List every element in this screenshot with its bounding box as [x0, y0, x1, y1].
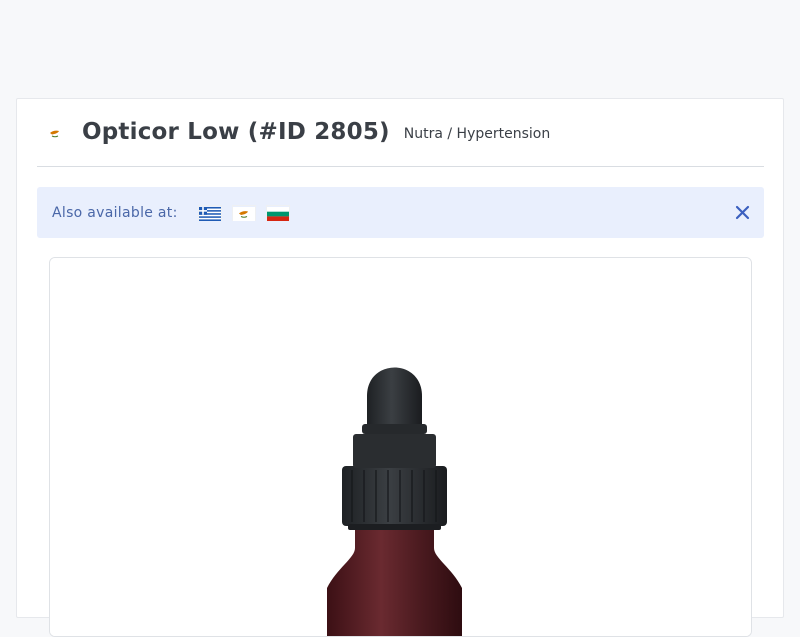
bulgaria-flag-icon[interactable] [265, 204, 290, 221]
product-category: Nutra / Hypertension [403, 125, 551, 142]
greece-flag-icon[interactable] [197, 204, 222, 221]
product-card: Opticor Low (#ID 2805) Nutra / Hypertens… [16, 98, 784, 637]
cyprus-flag-icon[interactable] [231, 204, 256, 221]
availability-alert: Also available at: [37, 187, 764, 238]
close-icon[interactable] [734, 204, 751, 221]
availability-label: Also available at: [52, 204, 178, 221]
availability-flags [197, 204, 300, 221]
product-header: Opticor Low (#ID 2805) Nutra / Hypertens… [37, 99, 764, 167]
page-title: Opticor Low (#ID 2805) [82, 118, 390, 145]
dropper-bottle-image [50, 258, 751, 636]
cyprus-flag-icon [45, 125, 65, 141]
product-image [49, 257, 752, 637]
